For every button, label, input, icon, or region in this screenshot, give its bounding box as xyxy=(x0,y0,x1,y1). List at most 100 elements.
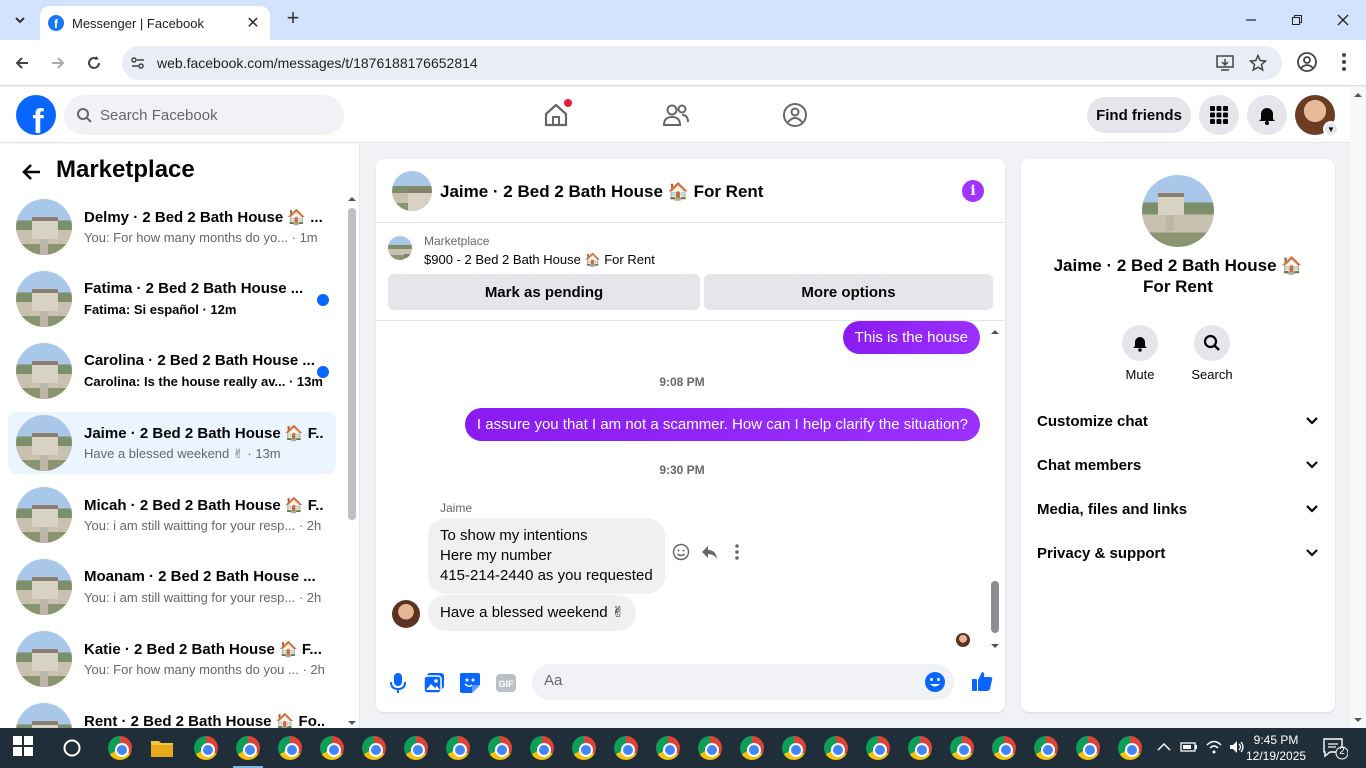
site-info-icon[interactable] xyxy=(130,55,146,71)
conversation-item[interactable]: Delmy · 2 Bed 2 Bath House 🏠 ... You: Fo… xyxy=(8,196,336,258)
facebook-logo-icon[interactable]: f xyxy=(16,95,56,135)
tab-search-dropdown[interactable] xyxy=(6,6,34,34)
install-app-icon[interactable] xyxy=(1216,54,1234,72)
groups-nav-button[interactable] xyxy=(779,99,811,131)
notification-center-button[interactable]: 2 xyxy=(1322,736,1349,760)
chat-profile-avatar[interactable] xyxy=(1142,175,1214,247)
chrome-taskbar-icon[interactable] xyxy=(488,736,512,760)
chat-scroll-thumb[interactable] xyxy=(991,581,999,633)
arrow-left-icon[interactable] xyxy=(20,160,44,184)
chrome-taskbar-icon[interactable] xyxy=(740,736,764,760)
sticker-button[interactable] xyxy=(458,671,482,695)
folder-icon[interactable] xyxy=(150,736,174,760)
sender-avatar[interactable] xyxy=(392,600,420,628)
chat-scrollbar[interactable] xyxy=(988,327,1002,651)
incoming-message[interactable]: Have a blessed weekend ✌ xyxy=(428,595,637,631)
privacy-support-row[interactable]: Privacy & support xyxy=(1029,531,1327,575)
chrome-taskbar-icon[interactable] xyxy=(530,736,554,760)
chrome-taskbar-icon[interactable] xyxy=(992,736,1016,760)
attach-photo-button[interactable] xyxy=(422,671,446,695)
account-avatar[interactable]: ▼ xyxy=(1295,95,1339,137)
chat-title[interactable]: Jaime · 2 Bed 2 Bath House 🏠 For Rent xyxy=(440,182,763,202)
bookmark-star-icon[interactable] xyxy=(1249,54,1267,72)
notifications-button[interactable] xyxy=(1247,95,1287,135)
chrome-taskbar-icon[interactable] xyxy=(1076,736,1100,760)
outgoing-message[interactable]: This is the house xyxy=(842,321,980,354)
conversation-item[interactable]: Rent · 2 Bed 2 Bath House 🏠 Fo... xyxy=(8,700,336,728)
chrome-taskbar-icon[interactable] xyxy=(908,736,932,760)
chrome-taskbar-icon[interactable] xyxy=(782,736,806,760)
reply-icon[interactable] xyxy=(700,543,718,561)
chrome-taskbar-icon[interactable] xyxy=(572,736,596,760)
gif-button[interactable]: GIF xyxy=(494,671,518,695)
facebook-search[interactable] xyxy=(64,95,344,135)
like-button[interactable] xyxy=(970,669,994,693)
conversation-item[interactable]: Carolina · 2 Bed 2 Bath House ... Caroli… xyxy=(8,340,336,402)
sidebar-scrollbar[interactable] xyxy=(346,194,358,728)
chat-avatar[interactable] xyxy=(392,171,432,211)
chrome-taskbar-icon[interactable] xyxy=(404,736,428,760)
browser-profile-icon[interactable] xyxy=(1296,51,1318,73)
conversation-item[interactable]: Moanam · 2 Bed 2 Bath House ... You: i a… xyxy=(8,556,336,618)
find-friends-button[interactable]: Find friends xyxy=(1087,97,1191,133)
chrome-taskbar-icon[interactable] xyxy=(656,736,680,760)
home-nav-button[interactable] xyxy=(540,99,572,131)
chrome-taskbar-icon[interactable] xyxy=(362,736,386,760)
chrome-taskbar-icon[interactable] xyxy=(1118,736,1142,760)
message-input[interactable] xyxy=(544,672,904,689)
address-bar[interactable]: web.facebook.com/messages/t/187618817665… xyxy=(122,46,1282,80)
conversation-item[interactable]: Fatima · 2 Bed 2 Bath House ... Fatima: … xyxy=(8,268,336,330)
browser-menu-icon[interactable] xyxy=(1334,51,1354,73)
chrome-taskbar-icon[interactable] xyxy=(866,736,890,760)
friends-nav-button[interactable] xyxy=(660,99,692,131)
chrome-taskbar-icon[interactable] xyxy=(194,736,218,760)
chrome-taskbar-icon[interactable] xyxy=(824,736,848,760)
chrome-taskbar-icon[interactable] xyxy=(278,736,302,760)
minimize-window-button[interactable] xyxy=(1228,0,1274,40)
forward-button[interactable] xyxy=(46,51,70,75)
search-action[interactable]: Search xyxy=(1182,325,1242,382)
conversation-item[interactable]: Katie · 2 Bed 2 Bath House 🏠 F... You: F… xyxy=(8,628,336,690)
chrome-taskbar-icon-active[interactable] xyxy=(236,736,260,760)
chrome-taskbar-icon[interactable] xyxy=(446,736,470,760)
chrome-taskbar-icon[interactable] xyxy=(698,736,722,760)
battery-icon[interactable] xyxy=(1180,740,1204,764)
mark-as-pending-button[interactable]: Mark as pending xyxy=(388,274,700,310)
menu-button[interactable] xyxy=(1199,95,1239,135)
chrome-taskbar-icon[interactable] xyxy=(614,736,638,760)
browser-tab[interactable]: f Messenger | Facebook ✕ xyxy=(40,6,270,40)
reload-button[interactable] xyxy=(82,51,106,75)
new-tab-button[interactable]: + xyxy=(282,7,304,30)
more-options-button[interactable]: More options xyxy=(704,274,993,310)
info-icon[interactable]: i xyxy=(962,180,984,202)
restore-window-button[interactable] xyxy=(1274,0,1320,40)
react-icon[interactable] xyxy=(672,543,690,561)
back-button[interactable] xyxy=(10,51,34,75)
chrome-taskbar-icon[interactable] xyxy=(1034,736,1058,760)
outgoing-message[interactable]: I assure you that I am not a scammer. Ho… xyxy=(464,408,980,441)
chrome-taskbar-icon[interactable] xyxy=(108,736,132,760)
media-files-links-row[interactable]: Media, files and links xyxy=(1029,487,1327,531)
chrome-taskbar-icon[interactable] xyxy=(320,736,344,760)
conversation-item-active[interactable]: Jaime · 2 Bed 2 Bath House 🏠 F... Have a… xyxy=(8,412,336,474)
more-icon[interactable] xyxy=(730,543,744,561)
conversation-item[interactable]: Micah · 2 Bed 2 Bath House 🏠 F... You: i… xyxy=(8,484,336,546)
close-window-button[interactable] xyxy=(1320,0,1366,40)
wifi-icon[interactable] xyxy=(1205,739,1229,763)
page-scrollbar[interactable] xyxy=(1350,87,1366,728)
taskbar-clock[interactable]: 9:45 PM 12/19/2025 xyxy=(1246,732,1306,764)
sidebar-scroll-thumb[interactable] xyxy=(348,208,356,520)
facebook-search-input[interactable] xyxy=(100,106,320,124)
emoji-icon[interactable] xyxy=(924,671,946,693)
voice-clip-button[interactable] xyxy=(386,671,410,695)
chrome-taskbar-icon[interactable] xyxy=(950,736,974,760)
incoming-message[interactable]: To show my intentions Here my number 415… xyxy=(428,518,665,594)
customize-chat-row[interactable]: Customize chat xyxy=(1029,399,1327,443)
listing-thumbnail[interactable] xyxy=(388,236,412,260)
windows-start-icon[interactable] xyxy=(13,736,37,760)
search-circle-icon[interactable] xyxy=(60,736,84,760)
chat-members-row[interactable]: Chat members xyxy=(1029,443,1327,487)
mute-action[interactable]: Mute xyxy=(1110,325,1170,382)
chevron-up-icon[interactable] xyxy=(1156,740,1180,764)
close-tab-icon[interactable]: ✕ xyxy=(244,13,262,33)
